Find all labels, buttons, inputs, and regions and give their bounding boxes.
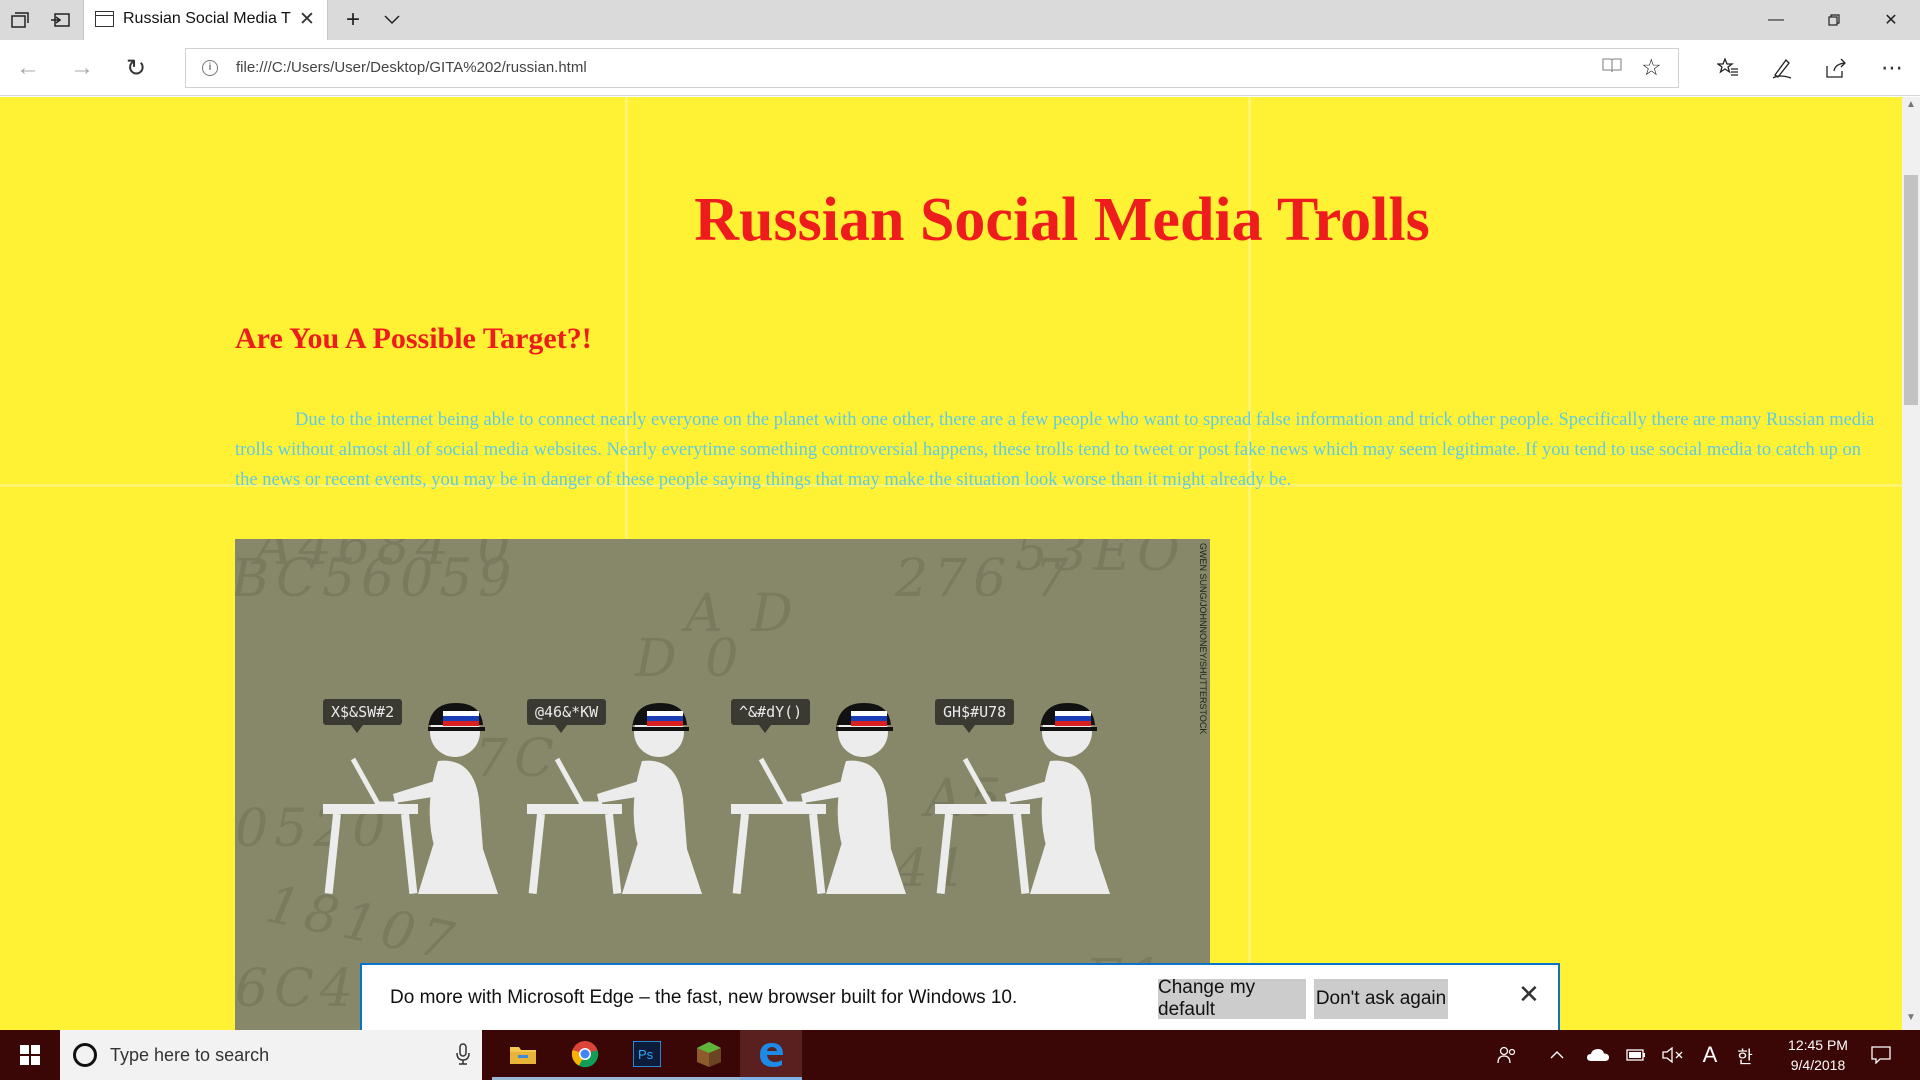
new-tab-icon[interactable]: + — [333, 0, 373, 40]
troll-at-laptop-icon — [731, 703, 906, 894]
windows-taskbar: Type here to search Ps A 한 12:45 PM 9/4/… — [0, 1030, 1920, 1080]
background-characters: 53EO — [1015, 539, 1186, 583]
refresh-icon[interactable]: ↻ — [110, 40, 162, 96]
search-placeholder[interactable]: Type here to search — [110, 1045, 269, 1066]
share-icon[interactable] — [1810, 40, 1862, 96]
favorites-list-icon[interactable] — [1702, 40, 1754, 96]
troll-at-laptop-icon — [323, 703, 498, 894]
page-scrollbar[interactable]: ▲ ▼ — [1902, 97, 1920, 1030]
microphone-icon[interactable] — [456, 1043, 470, 1070]
favorite-star-icon[interactable]: ☆ — [1641, 54, 1662, 81]
tab-title: Russian Social Media Tr — [123, 10, 291, 27]
troll-figure: X$&SW#2 — [323, 699, 523, 929]
reading-view-icon[interactable] — [1602, 57, 1622, 78]
tab-strip: Russian Social Media Tr ✕ + — ✕ — [0, 0, 1920, 40]
taskbar-search-box[interactable]: Type here to search — [60, 1030, 482, 1080]
people-icon[interactable] — [1494, 1030, 1520, 1080]
input-language-icon[interactable]: A — [1699, 1030, 1721, 1080]
notification-message: Do more with Microsoft Edge – the fast, … — [390, 987, 1018, 1008]
scrollbar-thumb[interactable] — [1904, 175, 1918, 405]
page-content: Russian Social Media Trolls Are You A Po… — [0, 97, 1902, 1030]
chrome-icon[interactable] — [554, 1030, 616, 1080]
troll-figure: ^&#dY() — [731, 699, 931, 929]
svg-text:Ps: Ps — [638, 1047, 654, 1062]
set-tabs-aside-icon[interactable] — [0, 0, 40, 40]
troll-figure: @46&*KW — [527, 699, 727, 929]
file-explorer-icon[interactable] — [492, 1030, 554, 1080]
minimize-icon[interactable]: — — [1747, 0, 1805, 40]
page-favicon-icon — [95, 11, 114, 27]
window-close-icon[interactable]: ✕ — [1862, 0, 1920, 40]
url-text[interactable]: file:///C:/Users/User/Desktop/GITA%202/r… — [236, 59, 587, 76]
dont-ask-again-button[interactable]: Don't ask again — [1314, 979, 1448, 1019]
troll-at-laptop-icon — [527, 703, 702, 894]
page-subheading: Are You A Possible Target?! — [235, 322, 592, 355]
battery-icon[interactable] — [1624, 1030, 1648, 1080]
scroll-down-icon[interactable]: ▼ — [1902, 1012, 1920, 1028]
address-bar[interactable]: i file:///C:/Users/User/Desktop/GITA%202… — [185, 48, 1679, 88]
intro-paragraph: Due to the internet being able to connec… — [235, 410, 1875, 490]
cortana-icon[interactable] — [73, 1043, 97, 1067]
start-windows-icon[interactable] — [0, 1030, 60, 1080]
navigation-bar: ← → ↻ i file:///C:/Users/User/Desktop/GI… — [0, 40, 1920, 96]
forward-arrow-icon[interactable]: → — [56, 40, 108, 96]
background-characters: 6C4 — [235, 959, 359, 1019]
background-characters: D 0 — [635, 629, 745, 689]
photoshop-icon[interactable]: Ps — [616, 1030, 678, 1080]
default-browser-notification: Do more with Microsoft Edge – the fast, … — [360, 963, 1560, 1030]
page-title: Russian Social Media Trolls — [694, 186, 1430, 254]
onedrive-cloud-icon[interactable] — [1584, 1030, 1612, 1080]
troll-figure: GH$#U78 — [935, 699, 1135, 929]
volume-muted-icon[interactable] — [1660, 1030, 1686, 1080]
web-note-icon[interactable] — [1756, 40, 1808, 96]
more-menu-icon[interactable]: ⋯ — [1866, 40, 1918, 96]
scroll-up-icon[interactable]: ▲ — [1902, 99, 1920, 115]
action-center-icon[interactable] — [1866, 1030, 1896, 1080]
tab-preview-chevron-icon[interactable] — [372, 0, 412, 40]
minecraft-icon[interactable] — [678, 1030, 740, 1080]
restore-icon[interactable] — [1805, 0, 1863, 40]
info-icon[interactable]: i — [202, 60, 218, 76]
tabs-aside-icon[interactable] — [40, 0, 80, 40]
change-my-default-button[interactable]: Change my default — [1158, 977, 1306, 1020]
background-characters: A4684 0 — [255, 539, 517, 577]
image-credit: GWEN SUNG/JOHNNONEY/SHUTTERSTOCK — [1198, 543, 1208, 735]
show-hidden-icons-chevron-icon[interactable] — [1545, 1030, 1569, 1080]
russian-trolls-illustration: BC56059 A4684 0 276 7 53EO A D D 0 18107… — [235, 539, 1210, 1030]
tab-close-icon[interactable]: ✕ — [299, 8, 315, 31]
troll-at-laptop-icon — [935, 703, 1110, 894]
taskbar-clock[interactable]: 12:45 PM 9/4/2018 — [1768, 1035, 1868, 1075]
edge-icon[interactable] — [740, 1030, 802, 1080]
notification-close-icon[interactable]: ✕ — [1518, 979, 1540, 1010]
back-arrow-icon[interactable]: ← — [2, 40, 54, 96]
tab-active[interactable]: Russian Social Media Tr ✕ — [83, 0, 328, 40]
clock-date: 9/4/2018 — [1790, 1057, 1846, 1073]
clock-time: 12:45 PM — [1788, 1037, 1848, 1053]
ime-mode-icon[interactable]: 한 — [1733, 1030, 1757, 1080]
